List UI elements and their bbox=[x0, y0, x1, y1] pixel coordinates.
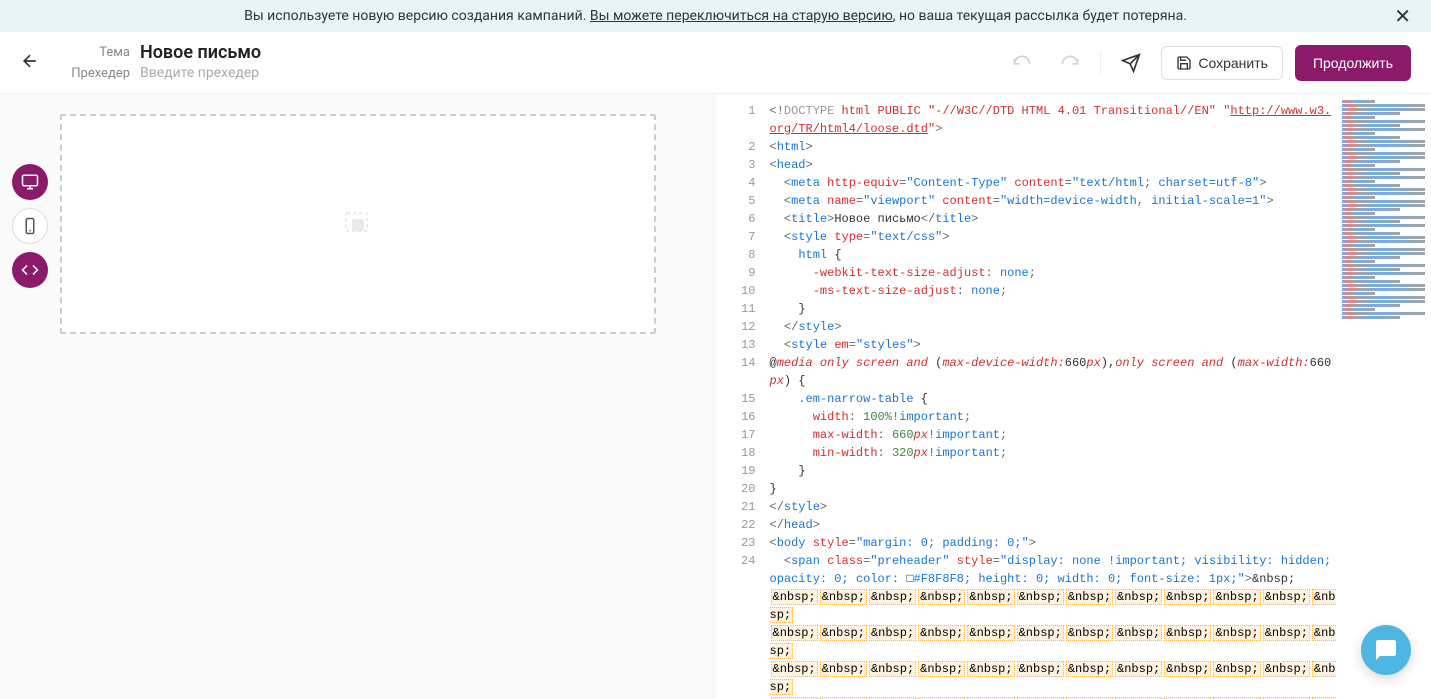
minimap[interactable] bbox=[1336, 94, 1431, 699]
banner-text-after: , но ваша текущая рассылка будет потерян… bbox=[893, 8, 1187, 24]
banner-text-before: Вы используете новую версию создания кам… bbox=[244, 8, 590, 24]
back-button[interactable] bbox=[20, 51, 40, 75]
divider bbox=[1100, 51, 1101, 75]
code-content[interactable]: <!DOCTYPE html PUBLIC "-//W3C//DTD HTML … bbox=[766, 94, 1337, 699]
banner-text: Вы используете новую версию создания кам… bbox=[244, 8, 1187, 24]
mobile-view-button[interactable] bbox=[12, 208, 48, 244]
continue-button[interactable]: Продолжить bbox=[1295, 45, 1411, 81]
subject-label: Тема bbox=[60, 45, 130, 60]
banner-switch-link[interactable]: Вы можете переключиться на старую версию bbox=[590, 8, 893, 24]
image-placeholder-icon bbox=[340, 204, 376, 244]
chat-button[interactable] bbox=[1361, 625, 1411, 675]
undo-button[interactable] bbox=[1004, 45, 1040, 81]
close-icon[interactable]: ✕ bbox=[1394, 4, 1411, 28]
send-test-button[interactable] bbox=[1113, 45, 1149, 81]
main: 123456789101112131415161718192021222324 … bbox=[0, 94, 1431, 699]
line-gutter: 123456789101112131415161718192021222324 bbox=[716, 94, 766, 699]
preheader-label: Прехедер bbox=[60, 66, 130, 81]
code-editor[interactable]: 123456789101112131415161718192021222324 … bbox=[716, 94, 1431, 699]
header: Тема Новое письмо Прехедер Введите прехе… bbox=[0, 32, 1431, 94]
info-banner: Вы используете новую версию создания кам… bbox=[0, 0, 1431, 32]
desktop-view-button[interactable] bbox=[12, 164, 48, 200]
preview-pane bbox=[0, 94, 716, 699]
save-button-label: Сохранить bbox=[1198, 55, 1268, 71]
redo-button[interactable] bbox=[1052, 45, 1088, 81]
subject-input[interactable]: Новое письмо bbox=[140, 42, 261, 63]
preheader-input[interactable]: Введите прехедер bbox=[140, 65, 259, 81]
header-actions: Сохранить Продолжить bbox=[1004, 45, 1411, 81]
header-fields: Тема Новое письмо Прехедер Введите прехе… bbox=[60, 42, 1004, 83]
save-button[interactable]: Сохранить bbox=[1161, 46, 1283, 80]
code-view-button[interactable] bbox=[12, 252, 48, 288]
sidebar-tools bbox=[12, 164, 48, 288]
preview-canvas[interactable] bbox=[60, 114, 656, 334]
